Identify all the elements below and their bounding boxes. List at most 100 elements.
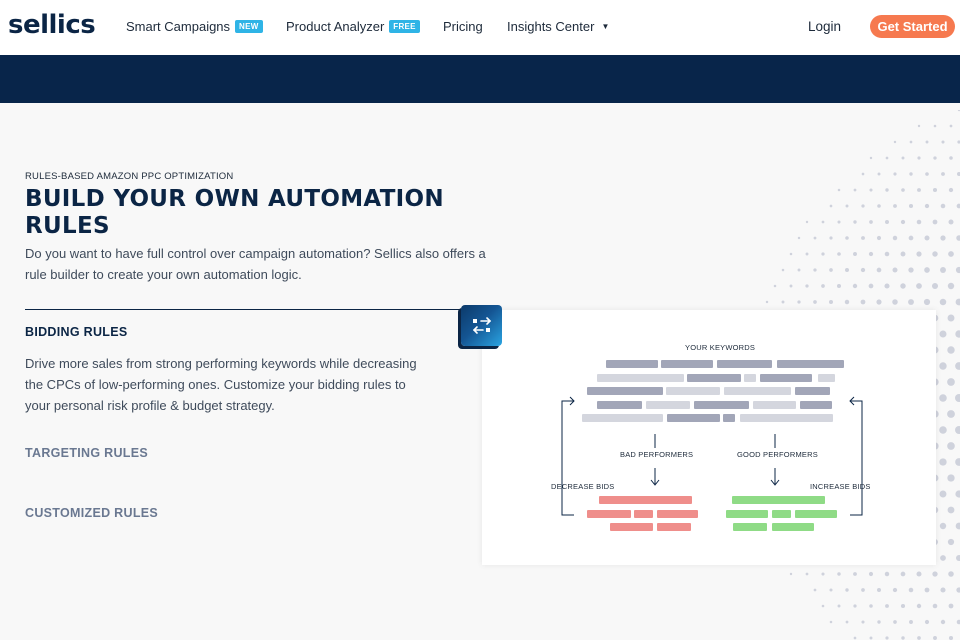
decorative-dot — [900, 571, 906, 577]
decorative-dot — [861, 172, 865, 176]
decorative-dot — [924, 587, 930, 593]
decorative-dot — [893, 140, 897, 144]
decorative-dot — [845, 620, 849, 624]
decorative-dot — [892, 587, 898, 593]
decorative-dot — [924, 267, 930, 273]
decorative-dot — [885, 188, 889, 192]
decorative-dot — [955, 330, 960, 338]
tab-targeting-rules[interactable]: TARGETING RULES — [25, 446, 148, 460]
keyword-bars — [582, 360, 844, 422]
decorative-dot — [885, 636, 889, 640]
decorative-dot — [861, 204, 865, 208]
decorative-dot — [931, 282, 939, 290]
decorative-dot — [853, 572, 857, 576]
decorative-dot — [947, 378, 955, 386]
decorative-dot — [939, 394, 947, 402]
good-performers-label: GOOD PERFORMERS — [737, 450, 818, 459]
decorative-dot — [955, 394, 960, 402]
decorative-dot — [853, 188, 857, 192]
decorative-dot — [829, 620, 833, 624]
decorative-dot — [949, 124, 953, 128]
decorative-dot — [884, 571, 890, 577]
tab-customized-rules[interactable]: CUSTOMIZED RULES — [25, 506, 158, 520]
decorative-dot — [869, 636, 873, 640]
caret-down-icon: ▼ — [601, 22, 610, 31]
decorative-dot — [955, 490, 960, 498]
decorative-dot — [885, 604, 889, 608]
nav-item-insights-center[interactable]: Insights Center ▼ — [507, 19, 609, 34]
decorative-dot — [947, 442, 955, 450]
decorative-dot — [797, 268, 801, 272]
decorative-dot — [893, 620, 897, 624]
decorative-dot — [908, 203, 914, 209]
decorative-dot — [947, 474, 955, 482]
decorative-dot — [892, 235, 898, 241]
bad-performers-label: BAD PERFORMERS — [620, 450, 694, 459]
decorative-dot — [940, 235, 946, 241]
decorative-dot — [805, 220, 809, 224]
decorative-dot — [901, 188, 905, 192]
decorative-dot — [924, 203, 930, 209]
decorative-dot — [797, 236, 801, 240]
login-link[interactable]: Login — [808, 19, 841, 34]
free-badge: FREE — [389, 20, 420, 33]
nav-item-label: Product Analyzer — [286, 19, 385, 34]
get-started-button[interactable]: Get Started — [870, 15, 955, 38]
decorative-dot — [925, 140, 929, 144]
decorative-dot — [924, 619, 930, 625]
decorative-dot — [885, 220, 889, 224]
section-divider — [25, 309, 465, 310]
decorative-dot — [908, 587, 914, 593]
tab-bidding-rules[interactable]: BIDDING RULES — [25, 325, 128, 339]
decorative-dot — [932, 603, 938, 609]
decorative-dot — [932, 219, 938, 225]
decorative-dot — [868, 283, 874, 289]
nav-item-product-analyzer[interactable]: Product Analyzer FREE — [286, 19, 420, 34]
decorative-dot — [939, 298, 947, 306]
decorative-dot — [860, 267, 866, 273]
decorative-dot — [947, 346, 955, 354]
decorative-dot — [853, 220, 857, 224]
decorative-dot — [916, 603, 922, 609]
decorative-dot — [876, 267, 882, 273]
decorative-dot — [940, 555, 946, 561]
decorative-dot — [853, 604, 857, 608]
decorative-dot — [948, 219, 954, 225]
decorative-dot — [932, 187, 938, 193]
decorative-dot — [947, 410, 955, 418]
increase-bids-label: INCREASE BIDS — [810, 482, 871, 491]
decorative-dot — [917, 156, 921, 160]
decorative-dot — [821, 252, 825, 256]
decorative-dot — [948, 571, 954, 577]
decorative-dot — [923, 298, 931, 306]
decorative-dot — [789, 572, 793, 576]
decorative-dot — [829, 204, 833, 208]
bidding-illustration-card: YOUR KEYWORDS BAD PERFORMERS GOOD PERFOR… — [482, 310, 936, 565]
decorative-dot — [916, 571, 922, 577]
top-nav: sellics Smart Campaigns NEW Product Anal… — [0, 0, 960, 55]
decorative-dot — [789, 284, 793, 288]
decorative-dot — [916, 219, 922, 225]
nav-item-label: Insights Center — [507, 19, 595, 34]
decorative-dot — [773, 284, 777, 288]
decorative-dot — [941, 140, 945, 144]
nav-item-pricing[interactable]: Pricing — [443, 19, 483, 34]
decorative-dot — [932, 571, 938, 577]
decorative-dot — [932, 251, 938, 257]
decorative-dot — [941, 172, 945, 176]
decorative-dot — [836, 283, 842, 289]
decorative-dot — [837, 220, 841, 224]
decorative-dot — [939, 426, 947, 434]
decorative-dot — [876, 299, 882, 305]
decorative-dot — [933, 156, 937, 160]
decorative-dot — [837, 572, 841, 576]
decorative-dot — [916, 251, 922, 257]
decorative-dot — [884, 251, 890, 257]
decorative-dot — [933, 124, 937, 128]
nav-item-smart-campaigns[interactable]: Smart Campaigns NEW — [126, 19, 263, 34]
decorative-dot — [900, 283, 906, 289]
eyebrow-label: RULES-BASED AMAZON PPC OPTIMIZATION — [25, 171, 234, 182]
logo[interactable]: sellics — [8, 10, 96, 40]
decorative-dot — [781, 268, 785, 272]
decorative-dot — [876, 235, 882, 241]
